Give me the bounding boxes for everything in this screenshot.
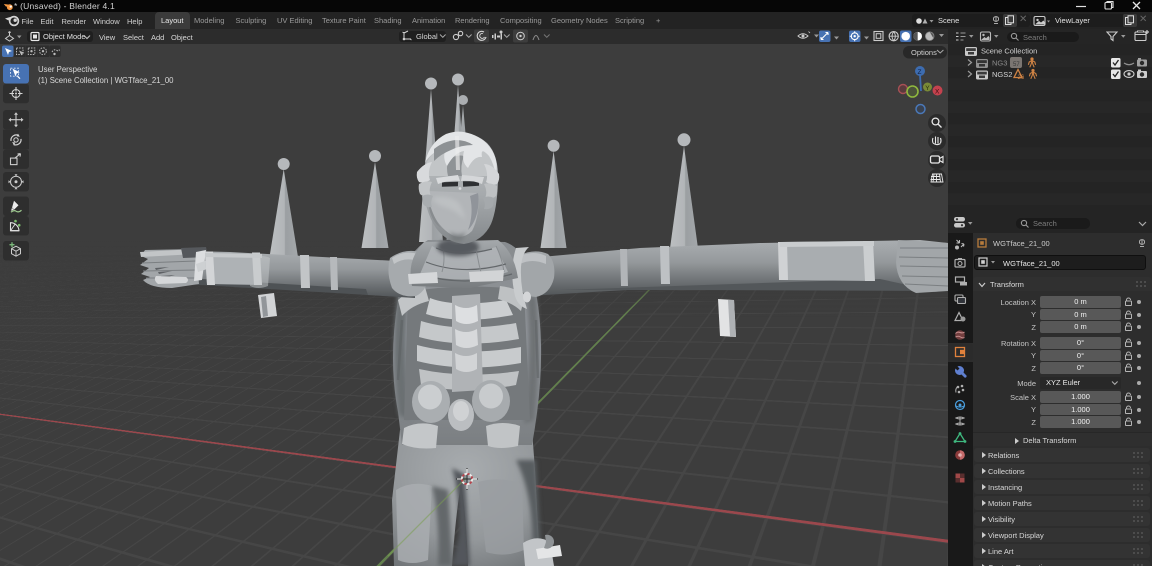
svg-text:Z: Z	[918, 69, 922, 76]
svg-text:NG3: NG3	[992, 59, 1007, 68]
svg-text:Options: Options	[911, 48, 937, 57]
svg-text:X: X	[935, 88, 940, 95]
svg-text:Scene Collection: Scene Collection	[981, 47, 1037, 56]
svg-text:26: 26	[1018, 75, 1025, 81]
svg-text:57: 57	[1013, 62, 1020, 68]
svg-text:NGS2: NGS2	[992, 70, 1012, 79]
svg-text:Global: Global	[416, 32, 438, 41]
svg-text:Y: Y	[925, 85, 930, 92]
